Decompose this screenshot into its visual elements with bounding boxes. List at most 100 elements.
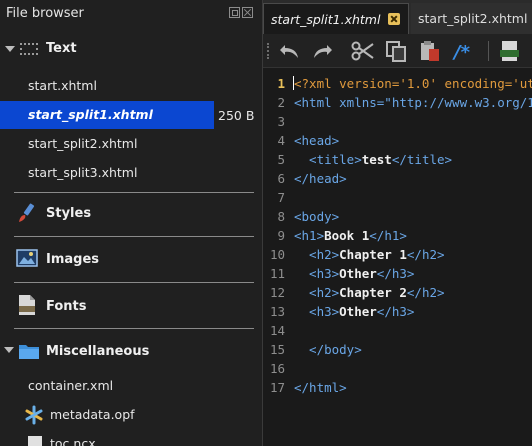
code-token: <?xml version='1.0' encoding='utf-8'?>	[294, 76, 532, 91]
float-panel-icon[interactable]	[229, 7, 240, 18]
code-token: Other	[339, 304, 377, 319]
cut-icon[interactable]	[350, 39, 376, 63]
file-item-selected[interactable]: start_split1.xhtml	[0, 101, 214, 129]
group-label-miscellaneous: Miscellaneous	[46, 344, 150, 359]
file-name: start_split3.xhtml	[28, 165, 138, 180]
expand-arrow-icon[interactable]	[4, 347, 14, 353]
line-number: 11	[269, 266, 285, 281]
code-token: </h1>	[369, 228, 407, 243]
line-number: 1	[277, 76, 285, 91]
comment-icon[interactable]: /*	[451, 39, 477, 63]
tab-label: start_split2.xhtml	[418, 11, 528, 26]
close-tab-icon[interactable]	[388, 13, 400, 25]
copy-icon[interactable]	[383, 39, 409, 63]
text-folder-icon	[20, 43, 38, 55]
toc-icon	[28, 436, 42, 446]
code-token: </head>	[294, 171, 347, 186]
code-line: <h2>Chapter 1</h2>	[294, 247, 445, 262]
code-token: test	[361, 152, 392, 167]
code-line: <?xml version='1.0' encoding='utf-8'?>	[293, 76, 532, 91]
file-name: metadata.opf	[50, 407, 135, 422]
file-item[interactable]: toc.ncx	[0, 430, 262, 446]
code-token: </h2>	[406, 285, 445, 300]
expand-arrow-icon[interactable]	[5, 46, 15, 52]
file-item[interactable]: container.xml	[0, 372, 262, 400]
line-number: 16	[269, 361, 285, 376]
code-token: Chapter 2	[339, 285, 407, 300]
file-size-label: 250 B	[218, 108, 255, 123]
code-line: <h2>Chapter 2</h2>	[294, 285, 445, 300]
editor-toolbar: /*	[263, 34, 532, 68]
file-item[interactable]: start.xhtml	[0, 72, 262, 100]
code-token: </html>	[294, 380, 347, 395]
close-panel-icon[interactable]	[242, 7, 253, 18]
tab-start-split2[interactable]: start_split2.xhtml	[411, 3, 532, 34]
file-name: start.xhtml	[28, 78, 97, 93]
toolbar-grip[interactable]	[267, 43, 270, 59]
code-token: </h3>	[376, 266, 415, 281]
group-divider	[14, 282, 254, 283]
code-token: </h2>	[406, 247, 445, 262]
line-number: 14	[269, 323, 285, 338]
line-number: 12	[269, 285, 285, 300]
undo-icon[interactable]	[277, 39, 303, 63]
code-token: <head>	[294, 133, 340, 148]
insert-file-icon[interactable]	[497, 39, 523, 63]
line-number: 2	[277, 95, 285, 110]
code-token: <h2>	[294, 247, 340, 262]
file-name: start_split2.xhtml	[28, 136, 138, 151]
paste-icon[interactable]	[417, 39, 443, 63]
code-token: </body>	[294, 342, 362, 357]
file-name: container.xml	[28, 378, 114, 393]
line-number: 10	[269, 247, 285, 262]
folder-icon	[19, 345, 39, 359]
group-label-fonts: Fonts	[46, 299, 87, 314]
redo-icon[interactable]	[309, 39, 335, 63]
code-line: <html xmlns="http://www.w3.org/1999/xhtm…	[294, 95, 532, 110]
file-item[interactable]: metadata.opf	[0, 401, 262, 429]
fonts-file-icon	[19, 295, 35, 315]
file-browser-title: File browser	[6, 6, 84, 21]
line-number: 9	[277, 228, 285, 243]
line-number: 15	[269, 342, 285, 357]
code-token: <body>	[294, 209, 340, 224]
styles-brush-icon	[19, 203, 35, 222]
file-item[interactable]: start_split3.xhtml	[0, 159, 262, 187]
code-line: <title>test</title>	[294, 152, 452, 167]
code-line: <h3>Other</h3>	[294, 304, 414, 319]
line-number-gutter: 1 2 3 4 5 6 7 8 9 10 11 12 13 14 15 16 17	[263, 72, 291, 446]
group-divider	[14, 328, 254, 329]
group-divider	[14, 236, 254, 237]
code-line: </body>	[294, 342, 362, 357]
file-browser-panel: File browser Text start.xhtml start_spli…	[0, 0, 262, 446]
code-line: <body>	[294, 209, 339, 224]
code-token: Other	[339, 266, 377, 281]
tab-label: start_split1.xhtml	[271, 12, 381, 27]
code-token: <h3>	[294, 266, 340, 281]
line-number: 7	[277, 190, 285, 205]
code-token: </h3>	[376, 304, 415, 319]
metadata-icon	[25, 405, 43, 425]
line-number: 8	[277, 209, 285, 224]
group-label-styles: Styles	[46, 206, 92, 221]
file-name: start_split1.xhtml	[28, 107, 153, 122]
images-icon	[16, 249, 38, 267]
file-name: toc.ncx	[50, 436, 96, 446]
code-token: <h3>	[294, 304, 340, 319]
group-label-images: Images	[46, 252, 100, 267]
code-text-area[interactable]: <?xml version='1.0' encoding='utf-8'?> <h…	[291, 72, 532, 446]
editor-tab-bar: start_split1.xhtml start_split2.xhtml	[263, 0, 532, 34]
group-divider	[14, 192, 254, 193]
line-number: 6	[277, 171, 285, 186]
code-token: Chapter 1	[339, 247, 407, 262]
code-line: <h1>Book 1</h1>	[294, 228, 407, 243]
group-label-text: Text	[46, 41, 77, 56]
tab-start-split1[interactable]: start_split1.xhtml	[263, 3, 409, 34]
line-number: 5	[277, 152, 285, 167]
code-token: Book 1	[324, 228, 370, 243]
code-line: </head>	[294, 171, 347, 186]
file-item[interactable]: start_split2.xhtml	[0, 130, 262, 158]
line-number: 4	[277, 133, 285, 148]
svg-text:/*: /*	[452, 42, 471, 63]
code-token: <h2>	[294, 285, 340, 300]
